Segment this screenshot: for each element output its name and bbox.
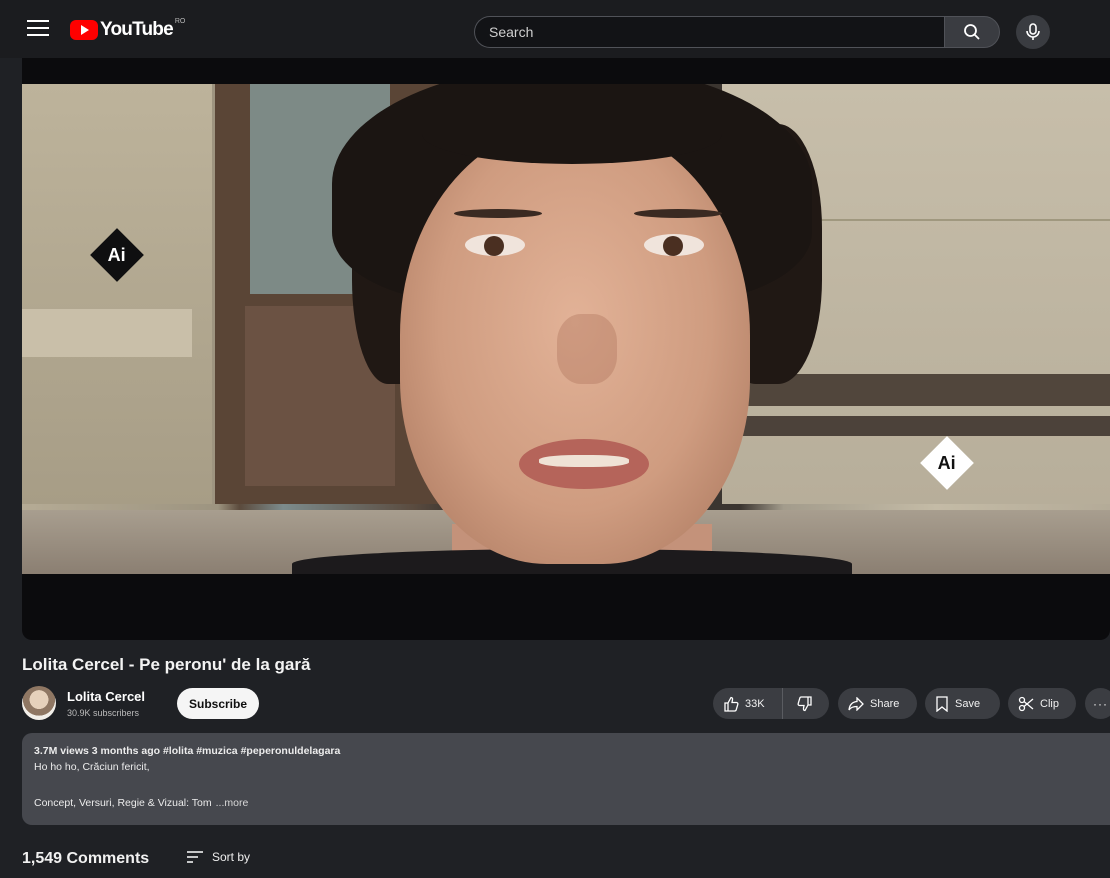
- like-count: 33K: [745, 697, 765, 710]
- sort-icon: [187, 851, 203, 863]
- top-bar: YouTube RO: [0, 0, 1110, 58]
- voice-search-button[interactable]: [1016, 15, 1050, 49]
- mouth: [519, 439, 649, 489]
- save-button[interactable]: Save: [925, 688, 1000, 719]
- like-dislike-group: 33K: [713, 688, 829, 719]
- subscriber-count: 30.9K subscribers: [67, 708, 140, 718]
- menu-icon[interactable]: [27, 20, 49, 38]
- search-input[interactable]: [475, 17, 929, 47]
- eye: [644, 234, 704, 256]
- logo-text: YouTube: [100, 19, 174, 40]
- more-actions-button[interactable]: ···: [1085, 688, 1110, 719]
- channel-name[interactable]: Lolita Cercel: [67, 689, 145, 704]
- search-icon: [964, 24, 980, 40]
- clip-button[interactable]: Clip: [1008, 688, 1076, 719]
- search-box: [474, 16, 944, 48]
- eye: [465, 234, 525, 256]
- description-credits: Concept, Versuri, Regie & Vizual: Tom...…: [34, 797, 249, 809]
- save-label: Save: [955, 697, 981, 710]
- scissors-icon: [1018, 696, 1034, 711]
- background-wall: [22, 84, 212, 504]
- channel-avatar[interactable]: [22, 686, 56, 720]
- bench: [742, 374, 1110, 406]
- share-label: Share: [870, 697, 900, 710]
- description-line: Ho ho ho, Crăciun fericit,: [34, 761, 150, 773]
- subscribe-button[interactable]: Subscribe: [177, 688, 259, 719]
- search-button[interactable]: [944, 16, 1000, 48]
- comments-count: 1,549 Comments: [22, 850, 150, 867]
- view-stats: 3.7M views 3 months ago #lolita #muzica …: [34, 745, 341, 757]
- video-frame[interactable]: [22, 84, 1110, 574]
- description-box[interactable]: 3.7M views 3 months ago #lolita #muzica …: [22, 733, 1110, 825]
- country-code: RO: [174, 17, 186, 25]
- thumbs-up-icon: [724, 696, 739, 712]
- thumbs-down-icon: [797, 695, 812, 711]
- share-button[interactable]: Share: [838, 688, 917, 719]
- sort-button[interactable]: Sort by: [186, 850, 250, 864]
- video-title: Lolita Cercel - Pe peronu' de la gară: [22, 655, 311, 674]
- play-logo-icon: [70, 20, 98, 40]
- share-icon: [848, 696, 864, 711]
- youtube-logo[interactable]: YouTube RO: [70, 17, 186, 41]
- microphone-icon: [1026, 23, 1040, 40]
- dislike-button[interactable]: [783, 688, 827, 719]
- bookmark-icon: [936, 695, 948, 712]
- sort-label: Sort by: [212, 850, 251, 864]
- like-button[interactable]: 33K: [713, 688, 783, 719]
- video-player[interactable]: Ai Ai: [22, 58, 1110, 640]
- clip-label: Clip: [1040, 697, 1059, 710]
- show-more-link[interactable]: ...more: [216, 797, 249, 809]
